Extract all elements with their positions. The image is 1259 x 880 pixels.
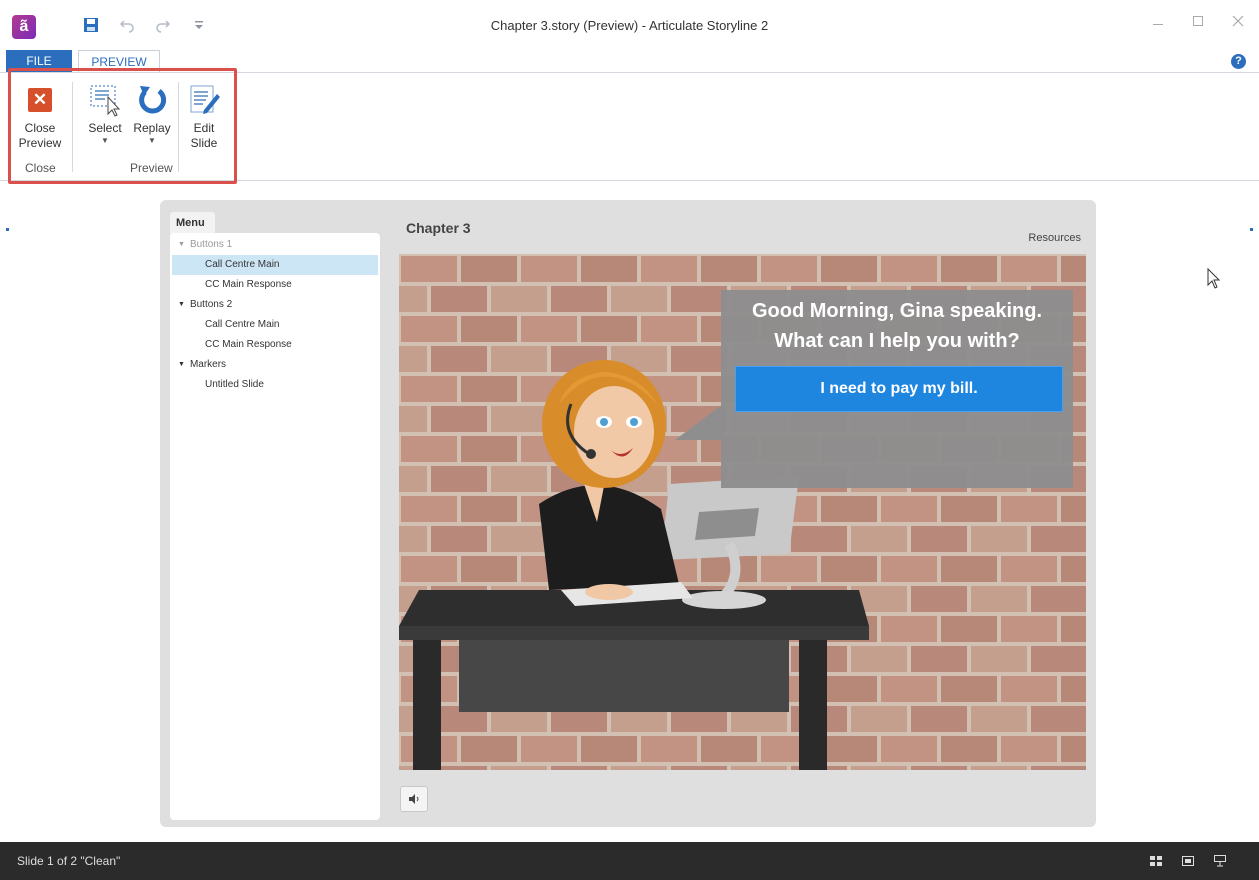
menu-item-label: CC Main Response	[205, 279, 292, 290]
menu-item[interactable]: Untitled Slide	[172, 375, 378, 395]
maximize-icon[interactable]	[1189, 14, 1207, 32]
menu-section[interactable]: ▼ Markers	[172, 355, 378, 375]
expand-triangle-icon[interactable]: ▼	[178, 295, 185, 315]
menu-list: ▼ Buttons 1 Call Centre Main CC Main Respon…	[172, 235, 378, 395]
resources-link[interactable]: Resources	[1028, 232, 1081, 244]
menu-item-label: Call Centre Main	[205, 319, 280, 330]
view-switcher	[1147, 852, 1229, 870]
menu-item[interactable]: Call Centre Main	[172, 315, 378, 335]
expand-triangle-icon[interactable]: ▼	[178, 355, 185, 375]
slide-canvas: Good Morning, Gina speaking. What can I …	[399, 254, 1086, 770]
menu-section[interactable]: ▼ Buttons 1	[172, 235, 378, 255]
tab-menu[interactable]: Menu	[170, 212, 215, 234]
menu-item[interactable]: Call Centre Main	[172, 255, 378, 275]
window-controls	[1149, 14, 1247, 32]
slide-status: Slide 1 of 2 "Clean"	[17, 854, 121, 868]
close-window-icon[interactable]	[1229, 14, 1247, 32]
menu-item-label: CC Main Response	[205, 339, 292, 350]
speech-bubble-text: Good Morning, Gina speaking. What can I …	[721, 296, 1073, 356]
normal-view-icon[interactable]	[1179, 852, 1197, 870]
storyline-window: ã Chapter 3.story (Preview) - Articulate…	[0, 0, 1259, 880]
speech-line-1: Good Morning, Gina speaking.	[751, 300, 1042, 322]
menu-item-label: Call Centre Main	[205, 259, 280, 270]
menu-item-label: Buttons 1	[189, 239, 233, 250]
expand-triangle-icon[interactable]: ▼	[178, 235, 185, 255]
right-edge-marker	[1250, 228, 1253, 231]
menu-item-label: Markers	[189, 359, 227, 370]
left-edge-marker	[6, 228, 9, 231]
menu-item-label: Untitled Slide	[205, 379, 264, 390]
title-bar: ã Chapter 3.story (Preview) - Articulate…	[0, 0, 1259, 50]
window-title: Chapter 3.story (Preview) - Articulate S…	[490, 18, 769, 33]
status-bar: Slide 1 of 2 "Clean"	[0, 842, 1259, 880]
menu-item[interactable]: CC Main Response	[172, 335, 378, 355]
mouse-cursor-icon	[1207, 267, 1221, 295]
slideshow-icon[interactable]	[1211, 852, 1229, 870]
speaker-icon	[409, 794, 419, 804]
speech-line-2: What can I help you with?	[774, 330, 1020, 352]
menu-section[interactable]: ▼ Buttons 2	[172, 295, 378, 315]
volume-button[interactable]	[400, 786, 428, 812]
menu-item[interactable]: CC Main Response	[172, 275, 378, 295]
menu-item-label: Buttons 2	[189, 299, 233, 310]
grid-view-icon[interactable]	[1147, 852, 1165, 870]
help-icon[interactable]: ?	[1231, 54, 1246, 69]
speech-bubble-tail	[675, 404, 723, 440]
highlight-box	[8, 68, 237, 184]
answer-button-pay-bill[interactable]: I need to pay my bill.	[735, 366, 1063, 412]
minimize-icon[interactable]	[1149, 14, 1167, 32]
chapter-title: Chapter 3	[406, 220, 471, 236]
